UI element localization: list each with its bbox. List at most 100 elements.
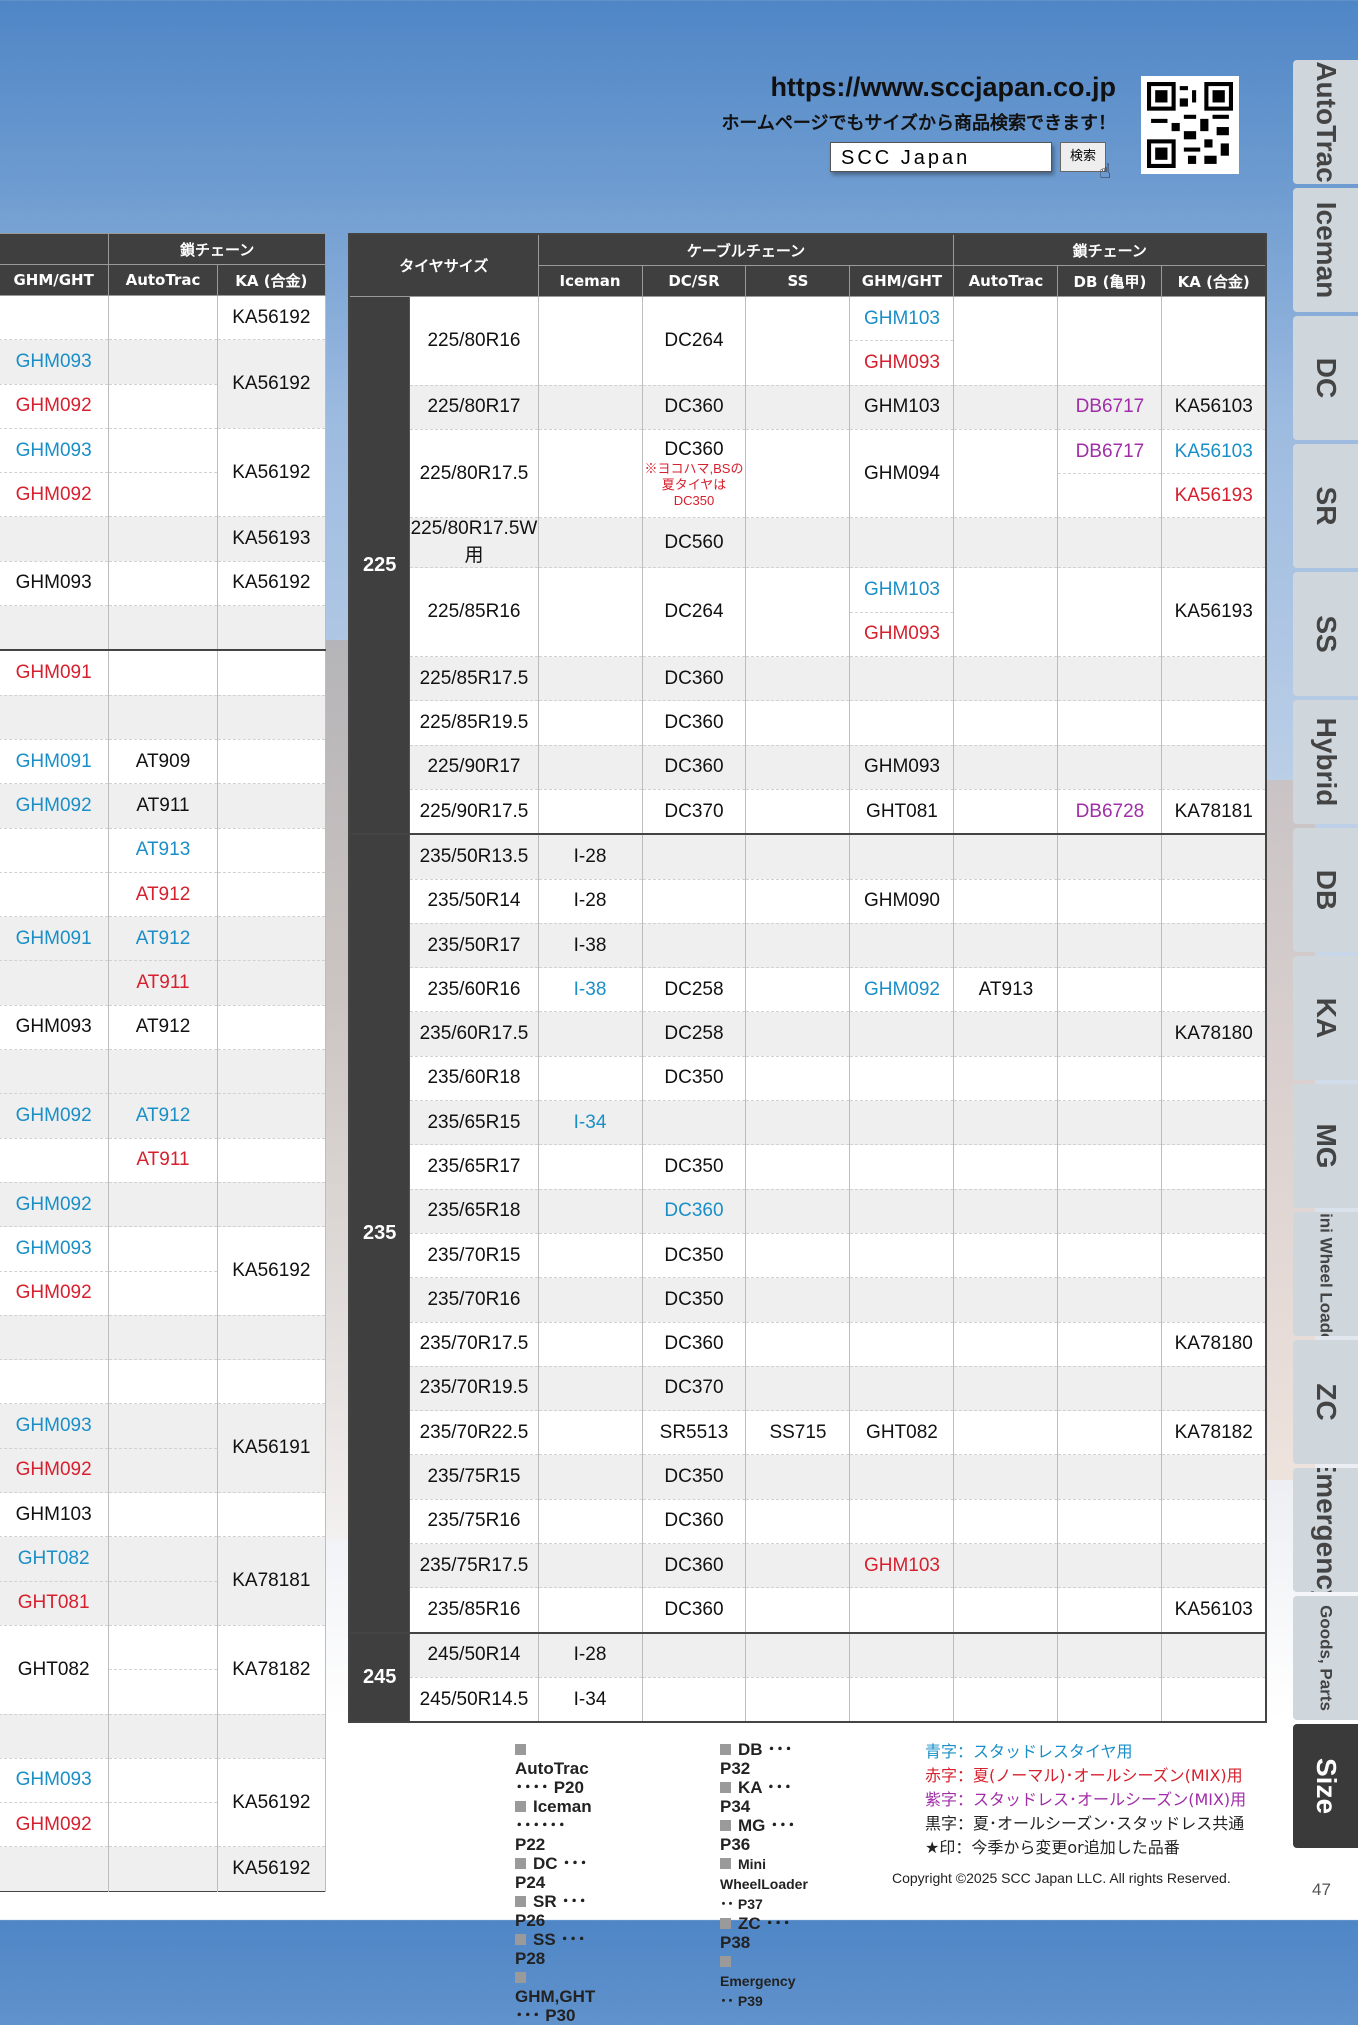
tire-size-cell: 225/90R17.5 <box>409 788 539 835</box>
autotrac-cell <box>953 1631 1059 1678</box>
website-url[interactable]: https://www.sccjapan.co.jp <box>721 72 1116 103</box>
dcsr-value: DC258 <box>664 1023 724 1045</box>
tire-size-row: 225/80R17 DC360 GHM103 DB6717 KA56103 <box>349 384 1267 430</box>
tire-size-row: 235/65R15 I-34 <box>349 1100 1267 1145</box>
tire-size-cell: 225/85R17.5 <box>409 656 539 701</box>
left-cell: KA56192 <box>216 560 327 606</box>
db-cell <box>1057 700 1163 746</box>
side-tab-size[interactable]: Size <box>1293 1724 1358 1848</box>
db-cell <box>1057 1410 1163 1455</box>
legend-item: Iceman ･･････ P22 <box>515 1797 595 1854</box>
col-autotrac: AutoTrac <box>953 265 1059 297</box>
autotrac-cell <box>953 1232 1059 1278</box>
dcsr-cell: DC264 <box>641 296 747 386</box>
side-tab-mini-wheel-loader[interactable]: Mini Wheel Loader <box>1293 1212 1358 1336</box>
ka-cell: KA56103 <box>1161 1587 1267 1633</box>
left-cell <box>0 694 110 740</box>
iceman-cell <box>537 744 643 790</box>
left-cell <box>108 1846 218 1892</box>
dcsr-value: DC360 <box>664 1554 724 1576</box>
tire-size-row: 235/70R15 DC350 <box>349 1232 1267 1278</box>
left-cell: GHT082 <box>0 1624 110 1714</box>
side-tab-zc[interactable]: ZC <box>1293 1340 1358 1464</box>
side-tab-label: Iceman <box>1310 201 1342 299</box>
ss-cell <box>745 922 851 968</box>
ss-cell <box>745 567 851 657</box>
iceman-cell <box>537 1587 643 1633</box>
ka-cell <box>1161 1454 1267 1500</box>
legend-text: AutoTrac ････ P20 <box>515 1759 589 1797</box>
side-tab-ka[interactable]: KA <box>1293 956 1358 1080</box>
left-table-row: GHM093 KA56192 <box>0 339 327 429</box>
search-button[interactable]: 検索 ☝ <box>1060 142 1111 183</box>
tire-size-row: 235/70R16 DC350 <box>349 1277 1267 1323</box>
legend-square-icon <box>515 1896 526 1907</box>
left-table-row: GHM093 AT912 <box>0 1004 327 1050</box>
ghm-cell <box>849 656 955 701</box>
iceman-cell <box>537 1011 643 1057</box>
left-cell <box>108 516 218 562</box>
ghm-cell: GHM093 <box>849 611 955 657</box>
tire-size-cell: 235/75R16 <box>409 1498 539 1544</box>
left-cell <box>0 516 110 562</box>
legend-text: MG ･･･ P36 <box>720 1816 796 1854</box>
dcsr-value: DC370 <box>664 1377 724 1399</box>
qr-code-icon[interactable] <box>1141 76 1239 174</box>
iceman-cell <box>537 567 643 657</box>
dcsr-note: ※ヨコハマ,BSの夏タイヤはDC350 <box>644 460 744 508</box>
tire-size-row: 235/60R18 DC350 <box>349 1055 1267 1101</box>
left-cell <box>108 1226 218 1272</box>
side-tab-bar: AutoTrac Iceman DC SR SS Hybrid DB KA MG Mini Whe… <box>1293 60 1358 1852</box>
left-table-row: GHM103 <box>0 1492 327 1537</box>
left-table-row: KA56192 <box>0 294 327 340</box>
side-tab-sr[interactable]: SR <box>1293 444 1358 568</box>
side-tab-dc[interactable]: DC <box>1293 316 1358 440</box>
side-tab-mg[interactable]: MG <box>1293 1084 1358 1208</box>
iceman-cell <box>537 1321 643 1367</box>
ghm-cell: GHM090 <box>849 878 955 924</box>
copyright: Copyright ©2025 SCC Japan LLC. All right… <box>892 1870 1231 1886</box>
dcsr-cell: DC350 <box>641 1144 747 1190</box>
search-input[interactable]: SCC Japan <box>830 142 1052 172</box>
side-tab-label: KA <box>1310 997 1342 1039</box>
legend-column-1: AutoTrac ････ P20 Iceman ･･････ P22 DC ･･･… <box>515 1740 595 2025</box>
side-tab-iceman[interactable]: Iceman <box>1293 188 1358 312</box>
side-tab-db[interactable]: DB <box>1293 828 1358 952</box>
dcsr-value: DC350 <box>664 1244 724 1266</box>
dcsr-cell: DC258 <box>641 967 747 1012</box>
iceman-cell <box>537 428 643 518</box>
side-tab-hybrid[interactable]: Hybrid <box>1293 700 1358 824</box>
db-cell <box>1057 296 1163 386</box>
ka-cell <box>1161 922 1267 968</box>
side-tab-goods-parts[interactable]: Goods, Parts <box>1293 1596 1358 1720</box>
left-cell <box>216 1181 327 1227</box>
left-cell: GHM093 <box>0 427 110 473</box>
ss-cell <box>745 700 851 746</box>
ss-cell <box>745 384 851 430</box>
iceman-cell: I-28 <box>537 1631 643 1678</box>
side-tab-label: DB <box>1310 869 1342 911</box>
col-db: DB (亀甲) <box>1057 265 1163 297</box>
ka-cell <box>1161 744 1267 790</box>
left-cell <box>216 1359 327 1404</box>
side-tab-autotrac[interactable]: AutoTrac <box>1293 60 1358 184</box>
ka-cell <box>1161 1676 1267 1723</box>
iceman-cell <box>537 1144 643 1190</box>
tire-size-cell: 235/85R16 <box>409 1587 539 1633</box>
left-cell: GHM093 <box>0 339 110 385</box>
side-tab-label: ZC <box>1310 1383 1342 1421</box>
tire-size-cell: 225/80R17.5 <box>409 428 539 518</box>
iceman-cell <box>537 1543 643 1588</box>
left-cell <box>0 1359 110 1404</box>
legend-item: SS ･･･ P28 <box>515 1930 595 1968</box>
dcsr-cell <box>641 1676 747 1723</box>
side-tab-ss[interactable]: SS <box>1293 572 1358 696</box>
left-cell: AT911 <box>108 1137 218 1183</box>
ghm-cell <box>849 1100 955 1145</box>
left-cell <box>108 339 218 385</box>
db-cell <box>1057 878 1163 924</box>
ghm-cell: GHM103 <box>849 384 955 430</box>
legend-square-icon <box>515 1858 526 1869</box>
ghm-cell <box>849 700 955 746</box>
side-tab-emergency[interactable]: Emergency <box>1293 1468 1358 1592</box>
